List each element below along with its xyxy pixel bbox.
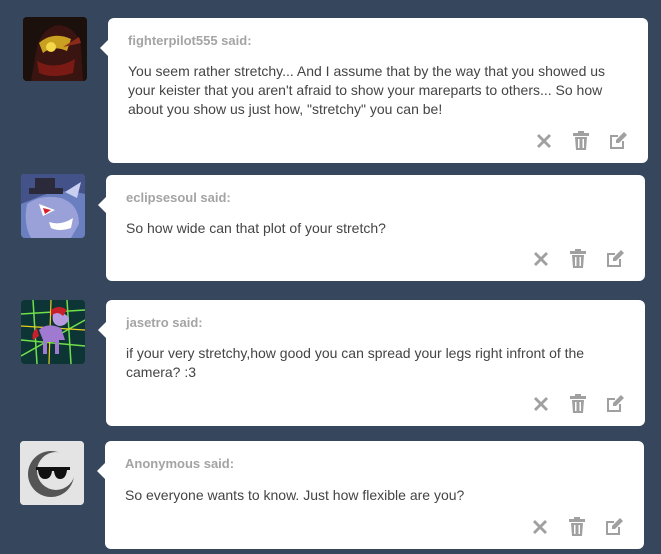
question-text: if your very stretchy,how good you can s… xyxy=(126,344,627,382)
close-icon xyxy=(537,134,551,148)
ask-card: jasetro said: if your very stretchy,how … xyxy=(98,300,645,426)
post-actions xyxy=(530,517,624,537)
delete-button[interactable] xyxy=(531,394,551,414)
avatar[interactable] xyxy=(21,174,85,238)
trash-icon xyxy=(570,394,586,413)
close-icon xyxy=(534,397,548,411)
post-actions xyxy=(534,131,628,151)
asker-name[interactable]: Anonymous said: xyxy=(125,456,234,471)
trash-button[interactable] xyxy=(568,394,588,414)
close-icon xyxy=(533,520,547,534)
avatar[interactable] xyxy=(23,17,87,81)
avatar[interactable] xyxy=(20,441,84,505)
delete-button[interactable] xyxy=(530,517,550,537)
trash-icon xyxy=(570,249,586,268)
close-icon xyxy=(534,252,548,266)
trash-icon xyxy=(573,131,589,150)
question-text: You seem rather stretchy... And I assume… xyxy=(128,62,630,119)
edit-icon xyxy=(607,250,624,267)
avatar[interactable] xyxy=(21,300,85,364)
post-actions xyxy=(531,249,625,269)
ask-card: fighterpilot555 said: You seem rather st… xyxy=(100,18,648,163)
ask-card: Anonymous said: So everyone wants to kno… xyxy=(97,441,644,549)
question-line: You seem rather stretchy... And I assume… xyxy=(128,63,606,79)
asker-name[interactable]: jasetro said: xyxy=(126,315,203,330)
question-line: So how wide can that plot of your stretc… xyxy=(126,220,386,236)
edit-icon xyxy=(607,395,624,412)
ask-card: eclipsesoul said: So how wide can that p… xyxy=(98,175,645,281)
edit-button[interactable] xyxy=(608,131,628,151)
trash-button[interactable] xyxy=(568,249,588,269)
question-line: camera? :3 xyxy=(126,364,197,380)
trash-icon xyxy=(569,517,585,536)
edit-button[interactable] xyxy=(605,394,625,414)
question-line: about you show us just how, "stretchy" y… xyxy=(128,101,443,117)
trash-button[interactable] xyxy=(571,131,591,151)
asker-name[interactable]: eclipsesoul said: xyxy=(126,190,231,205)
question-line: if your very stretchy,how good you can s… xyxy=(126,345,585,361)
edit-button[interactable] xyxy=(604,517,624,537)
delete-button[interactable] xyxy=(534,131,554,151)
question-line: your keister that you aren't afraid to s… xyxy=(128,82,603,98)
trash-button[interactable] xyxy=(567,517,587,537)
question-text: So how wide can that plot of your stretc… xyxy=(126,219,627,238)
edit-icon xyxy=(606,518,623,535)
delete-button[interactable] xyxy=(531,249,551,269)
anonymous-sunglasses-icon xyxy=(20,441,84,505)
edit-icon xyxy=(610,132,627,149)
edit-button[interactable] xyxy=(605,249,625,269)
post-actions xyxy=(531,394,625,414)
question-line: So everyone wants to know. Just how flex… xyxy=(125,487,465,503)
question-text: So everyone wants to know. Just how flex… xyxy=(125,486,626,505)
asker-name[interactable]: fighterpilot555 said: xyxy=(128,33,252,48)
